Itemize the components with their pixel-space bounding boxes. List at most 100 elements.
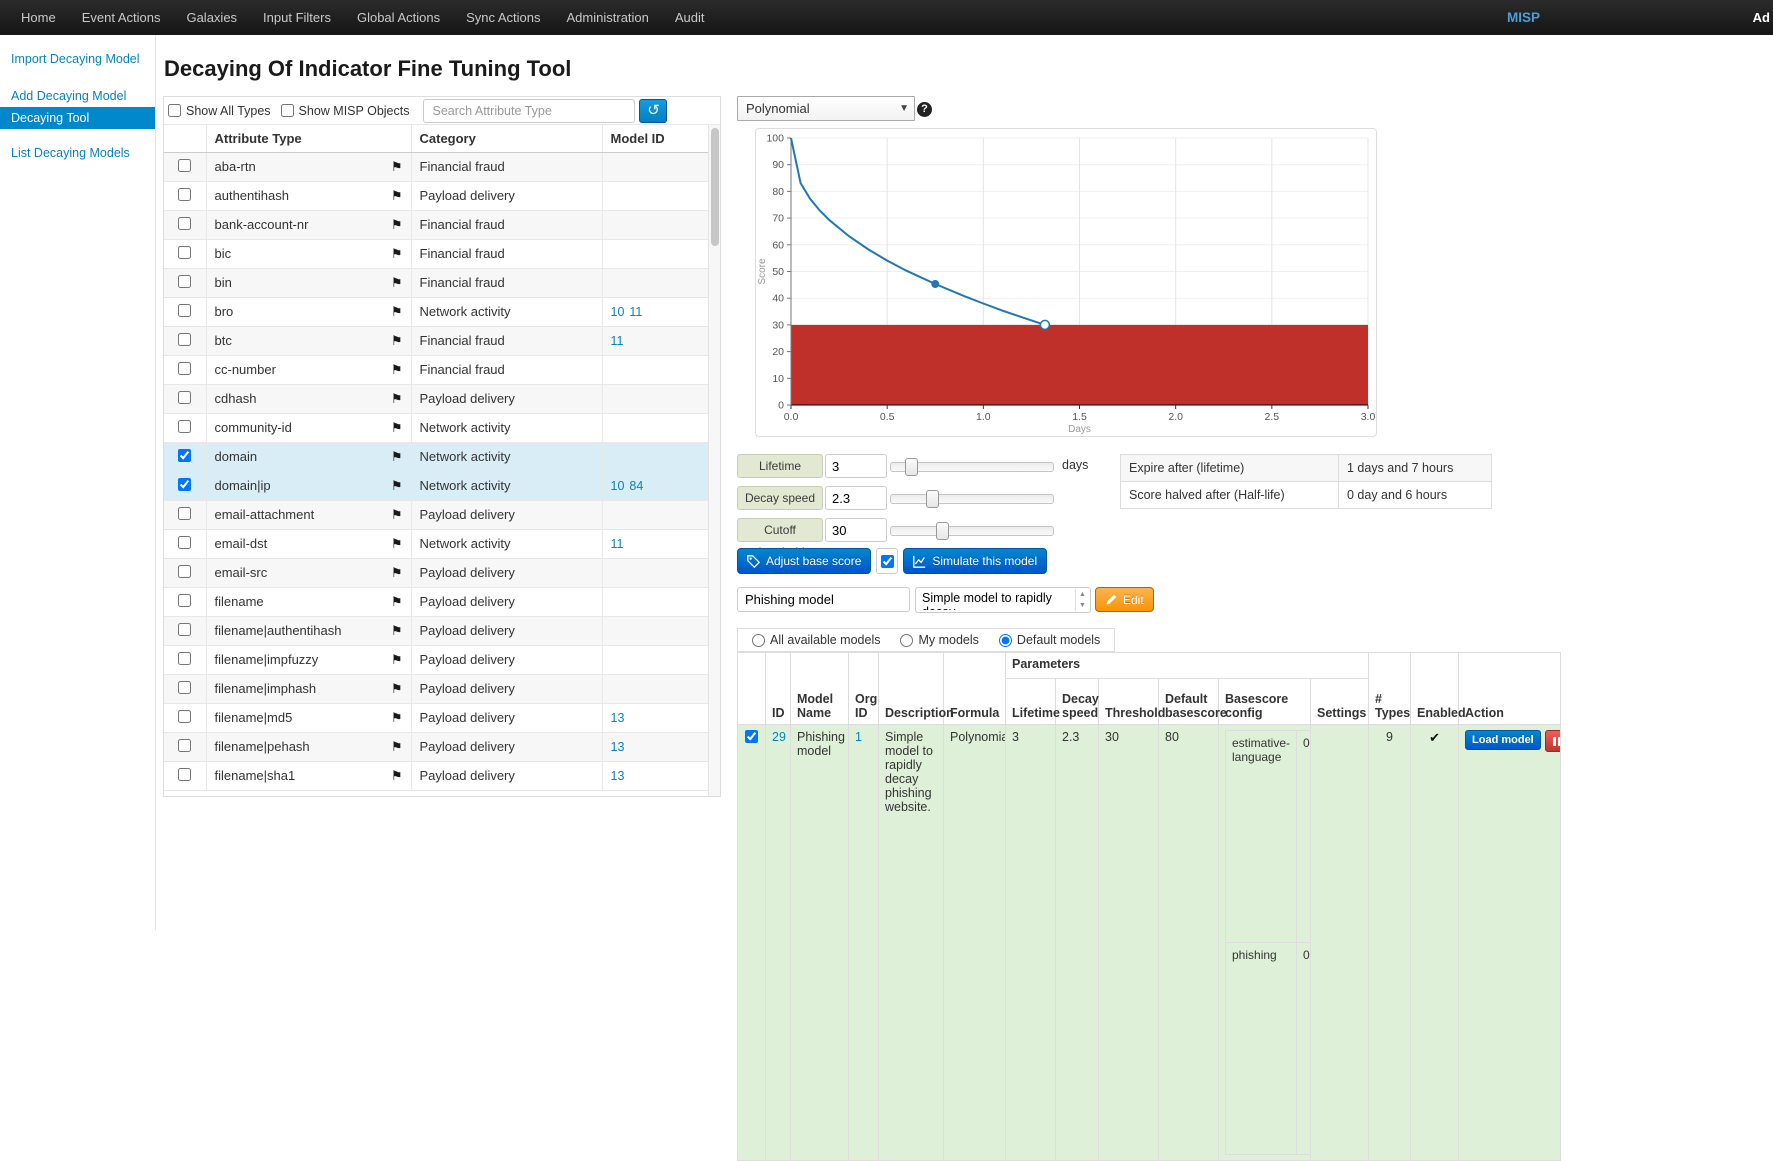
nav-item-home[interactable]: Home (8, 10, 69, 25)
nav-item-global-actions[interactable]: Global Actions (344, 10, 453, 25)
attribute-row-checkbox[interactable] (178, 391, 191, 404)
pause-model-button[interactable] (1545, 730, 1561, 752)
attribute-row[interactable]: domain⚑ Network activity (164, 442, 710, 471)
attribute-row-checkbox[interactable] (178, 681, 191, 694)
nav-item-event-actions[interactable]: Event Actions (69, 10, 174, 25)
model-id-link[interactable]: 13 (611, 711, 625, 725)
model-id-link[interactable]: 11 (629, 305, 642, 319)
sidebar-item-decaying-tool[interactable]: Decaying Tool (0, 107, 155, 129)
param-value-input-lifetime[interactable] (825, 454, 887, 478)
model-id-link[interactable]: 13 (611, 769, 625, 783)
adjust-base-score-checkbox[interactable] (881, 555, 894, 568)
edit-model-button[interactable]: Edit (1095, 587, 1154, 612)
attribute-row-checkbox[interactable] (178, 275, 191, 288)
attribute-row-checkbox[interactable] (178, 739, 191, 752)
nav-item-administration[interactable]: Administration (554, 10, 662, 25)
nav-item-input-filters[interactable]: Input Filters (250, 10, 344, 25)
attribute-row[interactable]: email-attachment⚑ Payload delivery (164, 500, 710, 529)
sidebar-item-list-decaying-models[interactable]: List Decaying Models (0, 142, 155, 164)
attribute-row[interactable]: filename|imphash⚑ Payload delivery (164, 674, 710, 703)
attribute-row[interactable]: cc-number⚑ Financial fraud (164, 355, 710, 384)
simulate-model-button[interactable]: Simulate this model (903, 548, 1047, 574)
attribute-row[interactable]: aba-rtn⚑ Financial fraud (164, 152, 710, 181)
attribute-row[interactable]: filename⚑ Payload delivery (164, 587, 710, 616)
attribute-row-checkbox[interactable] (178, 710, 191, 723)
attribute-row[interactable]: bin⚑ Financial fraud (164, 268, 710, 297)
attribute-row-checkbox[interactable] (178, 188, 191, 201)
model-id-link[interactable]: 11 (611, 537, 624, 551)
attribute-row[interactable]: authentihash⚑ Payload delivery (164, 181, 710, 210)
scope-radio-my-models[interactable] (900, 634, 913, 647)
scope-radio-all-available-models[interactable] (752, 634, 765, 647)
textarea-scrollbar[interactable]: ▲▼ (1075, 589, 1089, 611)
attribute-row[interactable]: bank-account-nr⚑ Financial fraud (164, 210, 710, 239)
formula-select[interactable]: Polynomial ▼ (737, 96, 915, 121)
attribute-row[interactable]: filename|impfuzzy⚑ Payload delivery (164, 645, 710, 674)
attribute-row-checkbox[interactable] (178, 536, 191, 549)
attribute-search-input[interactable] (423, 99, 635, 123)
model-id-link[interactable]: 11 (611, 334, 624, 348)
attribute-row-checkbox[interactable] (178, 768, 191, 781)
slider-handle[interactable] (926, 490, 939, 508)
model-id-link[interactable]: 10 (611, 479, 625, 493)
refresh-button[interactable]: ↺ (639, 99, 667, 123)
attribute-row-checkbox[interactable] (178, 246, 191, 259)
model-id-cell-link[interactable]: 29 (772, 730, 786, 744)
attribute-row-checkbox[interactable] (178, 565, 191, 578)
adjust-base-score-button[interactable]: Adjust base score (737, 548, 871, 574)
attribute-row[interactable]: filename|sha1⚑ Payload delivery 13 (164, 761, 710, 790)
model-id-link[interactable]: 10 (611, 305, 625, 319)
attribute-row-checkbox[interactable] (178, 652, 191, 665)
attribute-row[interactable]: community-id⚑ Network activity (164, 413, 710, 442)
model-row[interactable]: 29 Phishing model 1 Simple model to rapi… (738, 725, 1561, 1161)
model-org-link[interactable]: 1 (855, 730, 862, 744)
attribute-row-checkbox[interactable] (178, 594, 191, 607)
scrollbar-thumb[interactable] (711, 128, 719, 246)
attribute-row-checkbox[interactable] (178, 478, 191, 491)
attribute-row-checkbox[interactable] (178, 362, 191, 375)
sidebar-item-add-decaying-model[interactable]: Add Decaying Model (0, 85, 155, 107)
attribute-row[interactable]: bro⚑ Network activity 1011 (164, 297, 710, 326)
sidebar-item-import-decaying-model[interactable]: Import Decaying Model (0, 48, 155, 70)
model-id-link[interactable]: 84 (629, 479, 643, 493)
attribute-row-checkbox[interactable] (178, 420, 191, 433)
attribute-row-checkbox[interactable] (178, 507, 191, 520)
navbar-user-link[interactable]: Ad (1753, 10, 1770, 25)
param-slider-decay-speed[interactable] (890, 494, 1054, 504)
attribute-row[interactable]: email-src⚑ Payload delivery (164, 558, 710, 587)
model-row-checkbox[interactable] (745, 730, 758, 743)
nav-item-audit[interactable]: Audit (662, 10, 718, 25)
attribute-row[interactable]: filename|authentihash⚑ Payload delivery (164, 616, 710, 645)
attribute-row[interactable]: bic⚑ Financial fraud (164, 239, 710, 268)
param-slider-cutoff-threshold[interactable] (890, 526, 1054, 536)
attribute-row[interactable]: filename|pehash⚑ Payload delivery 13 (164, 732, 710, 761)
model-description-textarea[interactable]: Simple model to rapidly decay (916, 588, 1074, 610)
slider-handle[interactable] (905, 458, 918, 476)
slider-handle[interactable] (936, 522, 949, 540)
attribute-row-checkbox[interactable] (178, 449, 191, 462)
param-value-input-decay-speed[interactable] (825, 486, 887, 510)
attribute-row-checkbox[interactable] (178, 333, 191, 346)
attribute-row[interactable]: filename|md5⚑ Payload delivery 13 (164, 703, 710, 732)
attribute-row-checkbox[interactable] (178, 304, 191, 317)
attribute-row[interactable]: domain|ip⚑ Network activity 1084 (164, 471, 710, 500)
model-name-input[interactable] (737, 587, 910, 612)
attribute-row[interactable]: btc⚑ Financial fraud 11 (164, 326, 710, 355)
attribute-row-checkbox[interactable] (178, 623, 191, 636)
param-slider-lifetime[interactable] (890, 462, 1054, 472)
attribute-row[interactable]: email-dst⚑ Network activity 11 (164, 529, 710, 558)
misp-brand-link[interactable]: MISP (1507, 10, 1540, 25)
scope-radio-default-models[interactable] (999, 634, 1012, 647)
show-misp-objects-checkbox[interactable] (281, 104, 294, 117)
nav-item-galaxies[interactable]: Galaxies (173, 10, 250, 25)
attribute-row-checkbox[interactable] (178, 159, 191, 172)
attribute-row[interactable]: cdhash⚑ Payload delivery (164, 384, 710, 413)
param-value-input-cutoff-threshold[interactable] (825, 518, 887, 542)
help-icon[interactable]: ? (917, 102, 932, 117)
load-model-button[interactable]: Load model (1465, 730, 1541, 750)
attribute-table-scrollbar[interactable] (708, 125, 720, 796)
nav-item-sync-actions[interactable]: Sync Actions (453, 10, 553, 25)
attribute-row-checkbox[interactable] (178, 217, 191, 230)
show-all-types-checkbox[interactable] (168, 104, 181, 117)
model-id-link[interactable]: 13 (611, 740, 625, 754)
